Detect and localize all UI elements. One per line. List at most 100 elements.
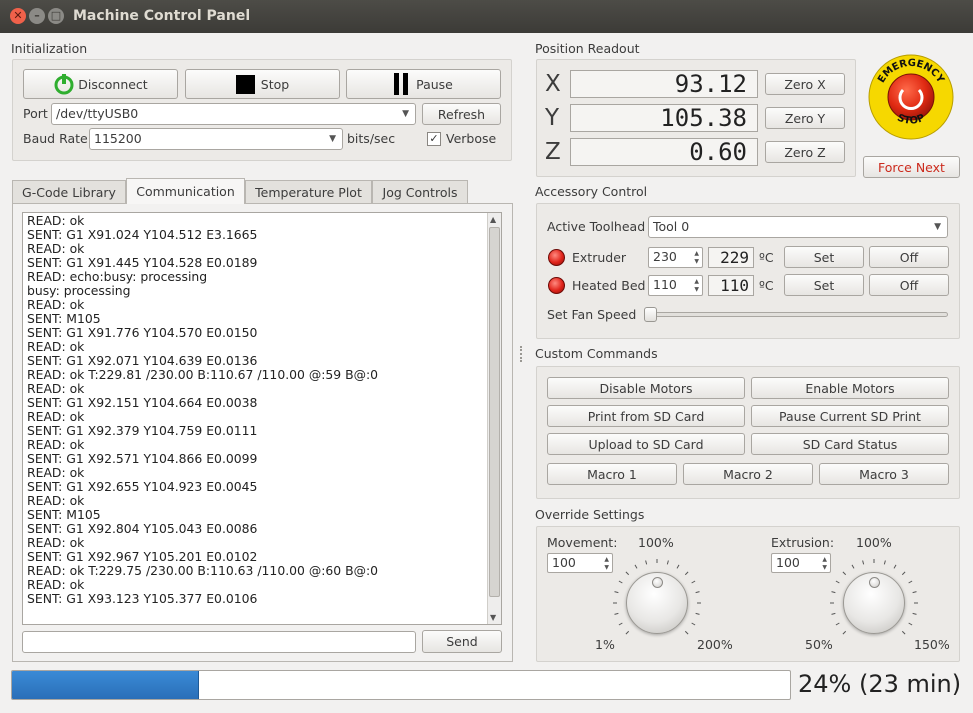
close-icon[interactable]: ✕: [10, 8, 26, 24]
chevron-down-icon: ▼: [329, 134, 336, 144]
log-lines: READ: ok SENT: G1 X91.024 Y104.512 E3.166…: [27, 214, 378, 606]
log-scrollbar[interactable]: ▲ ▼: [487, 213, 501, 624]
log-line: READ: ok: [27, 409, 85, 424]
send-button[interactable]: Send: [422, 630, 502, 653]
log-line: SENT: G1 X92.151 Y104.664 E0.0038: [27, 395, 258, 410]
macro-1-button[interactable]: Macro 1: [547, 463, 677, 485]
extruder-status-led: [548, 249, 565, 266]
bed-status-led: [548, 277, 565, 294]
port-select[interactable]: /dev/ttyUSB0 ▼: [51, 103, 416, 125]
tab-communication[interactable]: Communication: [126, 178, 245, 204]
enable-motors-button[interactable]: Enable Motors: [751, 377, 949, 399]
override-settings-label: Override Settings: [535, 507, 645, 522]
disable-motors-button[interactable]: Disable Motors: [547, 377, 745, 399]
tab-temperature-plot[interactable]: Temperature Plot: [245, 180, 372, 203]
dial-tick: [695, 591, 700, 594]
communication-log[interactable]: READ: ok SENT: G1 X91.024 Y104.512 E3.166…: [22, 212, 502, 625]
spin-down-icon[interactable]: ▼: [694, 287, 699, 293]
dial-tick: [901, 571, 906, 576]
spin-up-icon[interactable]: ▲: [694, 251, 699, 257]
maximize-icon[interactable]: □: [48, 8, 64, 24]
spin-down-icon[interactable]: ▼: [694, 259, 699, 265]
bed-target-value: 110: [653, 277, 677, 292]
minimize-icon[interactable]: –: [29, 8, 45, 24]
spin-down-icon[interactable]: ▼: [604, 565, 609, 571]
extruder-unit: ºC: [759, 250, 774, 265]
splitter-handle[interactable]: [520, 346, 523, 362]
log-line: SENT: G1 X92.804 Y105.043 E0.0086: [27, 521, 258, 536]
pause-sd-print-button[interactable]: Pause Current SD Print: [751, 405, 949, 427]
spin-up-icon[interactable]: ▲: [694, 279, 699, 285]
spin-up-icon[interactable]: ▲: [604, 557, 609, 563]
log-line: SENT: M105: [27, 311, 101, 326]
spin-down-icon[interactable]: ▼: [822, 565, 827, 571]
fan-speed-slider-track[interactable]: [648, 312, 948, 317]
dial-tick: [842, 571, 847, 576]
progress-text: 24% (23 min): [798, 670, 962, 698]
extruder-set-button[interactable]: Set: [784, 246, 864, 268]
extrusion-input[interactable]: 100 ▲ ▼: [771, 553, 831, 573]
heated-bed-label: Heated Bed: [572, 278, 646, 293]
sd-card-status-button[interactable]: SD Card Status: [751, 433, 949, 455]
scroll-down-icon[interactable]: ▼: [490, 613, 496, 622]
movement-dial[interactable]: [626, 572, 688, 634]
zero-y-button[interactable]: Zero Y: [765, 107, 845, 129]
chevron-down-icon: ▼: [934, 222, 941, 232]
verbose-checkbox[interactable]: ✓: [427, 132, 441, 146]
bed-off-button[interactable]: Off: [869, 274, 949, 296]
active-toolhead-label: Active Toolhead: [547, 219, 646, 234]
upload-to-sd-button[interactable]: Upload to SD Card: [547, 433, 745, 455]
disconnect-label: Disconnect: [78, 76, 148, 92]
log-line: SENT: M105: [27, 507, 101, 522]
bed-target-input[interactable]: 110 ▲ ▼: [648, 275, 703, 296]
title-bar: ✕ – □ Machine Control Panel: [0, 0, 973, 33]
disconnect-button[interactable]: Disconnect: [23, 69, 178, 99]
zero-x-button[interactable]: Zero X: [765, 73, 845, 95]
scroll-thumb[interactable]: [489, 227, 500, 597]
print-progress-bar: [11, 670, 791, 700]
log-line: READ: ok T:229.75 /230.00 B:110.63 /110.…: [27, 563, 379, 578]
tab-jog-controls[interactable]: Jog Controls: [372, 180, 468, 203]
zero-z-button[interactable]: Zero Z: [765, 141, 845, 163]
log-line: READ: echo:busy: processing: [27, 269, 208, 284]
refresh-button[interactable]: Refresh: [422, 103, 501, 125]
log-line: READ: ok: [27, 493, 85, 508]
toolhead-select[interactable]: Tool 0 ▼: [648, 216, 948, 238]
macro-3-button[interactable]: Macro 3: [819, 463, 949, 485]
extrusion-min-label: 50%: [805, 637, 833, 652]
dial-tick: [912, 612, 917, 615]
print-from-sd-button[interactable]: Print from SD Card: [547, 405, 745, 427]
dial-tick: [912, 591, 917, 594]
dial-tick: [908, 622, 913, 626]
fan-speed-slider-handle[interactable]: [644, 307, 657, 322]
log-line: READ: ok: [27, 381, 85, 396]
stop-label: Stop: [260, 76, 290, 92]
movement-input[interactable]: 100 ▲ ▼: [547, 553, 613, 573]
dial-tick: [614, 612, 619, 615]
baud-rate-select[interactable]: 115200 ▼: [89, 128, 343, 150]
spin-up-icon[interactable]: ▲: [822, 557, 827, 563]
accessory-control-label: Accessory Control: [535, 184, 648, 199]
extrusion-value: 100: [776, 555, 800, 570]
movement-max-label: 200%: [697, 637, 733, 652]
tab-gcode-library[interactable]: G-Code Library: [12, 180, 126, 203]
emergency-stop-button[interactable]: EMERGENCY STOP: [868, 54, 954, 140]
extrusion-dial[interactable]: [843, 572, 905, 634]
force-next-button[interactable]: Force Next: [863, 156, 960, 178]
extruder-target-input[interactable]: 230 ▲ ▼: [648, 247, 703, 268]
power-icon: [54, 74, 74, 95]
dial-tick: [625, 571, 630, 576]
extruder-off-button[interactable]: Off: [869, 246, 949, 268]
command-input[interactable]: [22, 631, 416, 653]
dial-tick: [901, 630, 906, 635]
pause-button[interactable]: Pause: [346, 69, 501, 99]
dial-tick: [695, 612, 700, 615]
scroll-up-icon[interactable]: ▲: [490, 215, 496, 224]
pause-icon: [394, 73, 409, 95]
stop-button[interactable]: Stop: [185, 69, 340, 99]
macro-2-button[interactable]: Macro 2: [683, 463, 813, 485]
bed-set-button[interactable]: Set: [784, 274, 864, 296]
dial-tick: [676, 564, 680, 569]
chevron-down-icon: ▼: [402, 109, 409, 119]
log-line: SENT: G1 X91.445 Y104.528 E0.0189: [27, 255, 258, 270]
